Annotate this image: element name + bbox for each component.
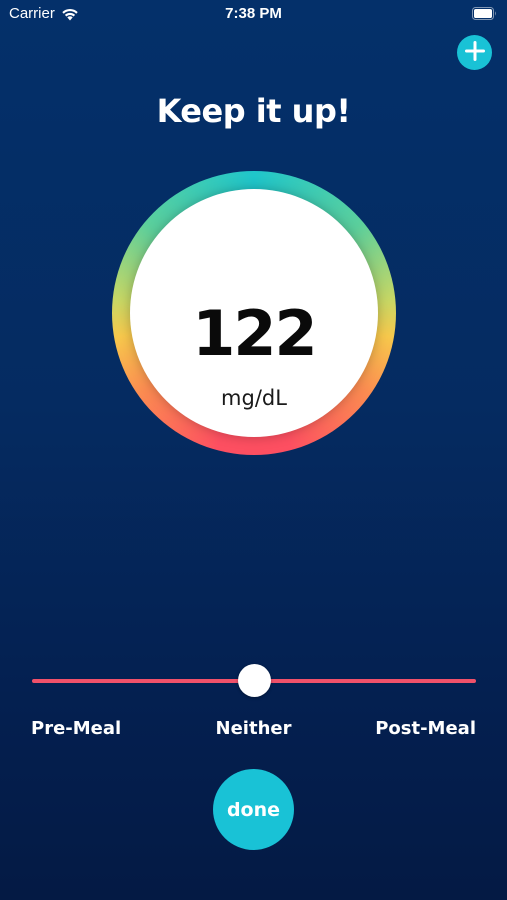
option-post-meal[interactable]: Post-Meal (375, 718, 476, 739)
done-button[interactable]: done (213, 769, 294, 850)
add-button[interactable] (457, 35, 492, 70)
page-title: Keep it up! (156, 92, 351, 130)
battery-icon (472, 7, 497, 20)
meal-slider-thumb[interactable] (237, 664, 271, 697)
glucose-value: 122 (192, 297, 317, 370)
plus-icon (464, 40, 486, 66)
gauge-face: 122 mg/dL (130, 189, 378, 437)
glucose-gauge: 122 mg/dL (112, 171, 396, 455)
status-time: 7:38 PM (225, 5, 282, 22)
glucose-unit: mg/dL (221, 386, 287, 410)
status-bar: Carrier 7:38 PM (0, 0, 507, 30)
